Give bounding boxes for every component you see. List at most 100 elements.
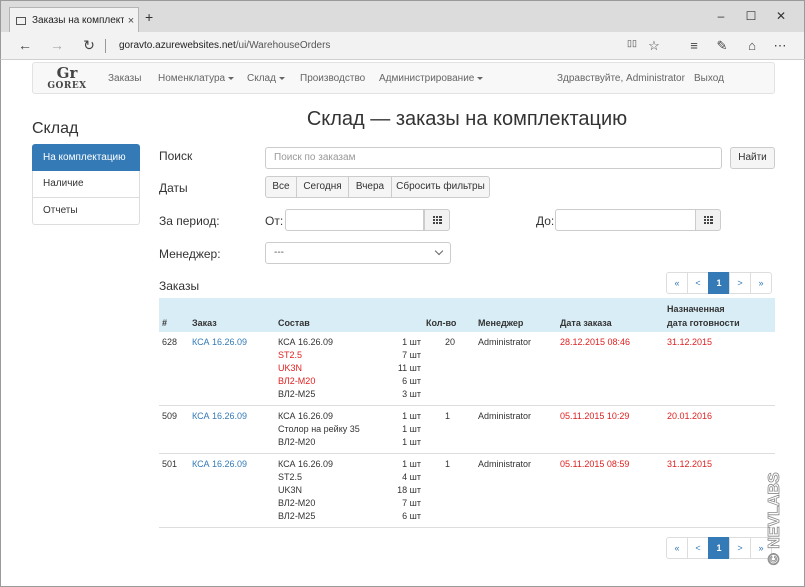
manager-label: Менеджер: [159, 247, 221, 261]
item-qty: 1 шт [402, 424, 421, 434]
order-manager: Administrator [478, 337, 532, 347]
item-qty: 11 шт [397, 363, 421, 373]
nav-nomenclature[interactable]: Номенклатура [158, 73, 235, 84]
filter-all-button[interactable]: Все [265, 176, 297, 198]
order-count: 1 [445, 411, 451, 421]
hub-icon[interactable]: ≡ [685, 38, 703, 53]
web-note-icon[interactable]: ✎ [713, 38, 731, 54]
page-current-button[interactable]: 1 [708, 537, 730, 559]
caret-down-icon [228, 76, 235, 80]
period-label: За период: [159, 214, 220, 228]
browser-tab[interactable]: Заказы на комплектац × [9, 7, 139, 33]
nav-logout[interactable]: Выход [694, 73, 724, 84]
date-to-input[interactable] [555, 209, 696, 231]
item-name: UK3N [278, 363, 303, 373]
header-manager: Менеджер [478, 318, 524, 328]
url-field[interactable]: goravto.azurewebsites.net/ui/WarehouseOr… [119, 40, 330, 51]
page-last-button[interactable]: » [750, 272, 772, 294]
orders-label: Заказы [159, 279, 200, 293]
nav-production[interactable]: Производство [300, 73, 365, 84]
date-from-calendar-button[interactable] [424, 209, 450, 231]
more-icon[interactable]: ⋯ [771, 38, 789, 54]
search-button[interactable]: Найти [730, 147, 775, 169]
page-icon [16, 16, 26, 25]
order-link[interactable]: КСА 16.26.09 [192, 336, 247, 349]
page-first-button[interactable]: « [666, 272, 688, 294]
item-qty: 18 шт [397, 485, 421, 495]
order-link[interactable]: КСА 16.26.09 [192, 410, 247, 423]
refresh-icon[interactable]: ↻ [79, 37, 99, 54]
url-host: goravto.azurewebsites.net [119, 40, 236, 51]
sidebar-item-reports[interactable]: Отчеты [32, 198, 140, 225]
reading-view-icon[interactable]: ▯▯ [623, 38, 641, 49]
item-qty: 1 шт [402, 337, 421, 347]
close-window-icon[interactable]: ✕ [771, 9, 791, 23]
from-label: От: [265, 214, 284, 228]
sidebar-item-stock[interactable]: Наличие [32, 171, 140, 198]
calendar-icon [704, 216, 713, 224]
item-qty: 6 шт [402, 376, 421, 386]
header-qty: Кол-во [426, 318, 457, 328]
close-tab-icon[interactable]: × [124, 15, 138, 27]
ready-date: 31.12.2015 [667, 459, 713, 469]
back-icon[interactable]: ← [15, 37, 35, 53]
url-path: /ui/WarehouseOrders [235, 40, 331, 51]
item-name: КСА 16.26.09 [278, 411, 333, 421]
forward-icon[interactable]: → [47, 37, 67, 53]
page-prev-button[interactable]: < [687, 272, 709, 294]
favorite-star-icon[interactable]: ☆ [645, 38, 663, 54]
page-next-button[interactable]: > [729, 272, 751, 294]
nav-production-label: Производство [300, 73, 366, 84]
nav-greeting[interactable]: Здравствуйте, Administrator [557, 73, 685, 84]
item-qty: 7 шт [402, 350, 421, 360]
order-manager: Administrator [478, 459, 532, 469]
header-ready-date-line2: дата готовности [667, 318, 740, 328]
header-num: # [162, 318, 168, 328]
address-separator [105, 39, 106, 53]
filter-today-button[interactable]: Сегодня [296, 176, 349, 198]
minimize-icon[interactable]: – [711, 9, 731, 23]
nav-administration[interactable]: Администрирование [379, 73, 484, 84]
site-navbar: Gr GOREX Заказы Номенклатура Склад Произ… [32, 62, 775, 94]
header-order-date: Дата заказа [560, 318, 612, 328]
chevron-down-icon [434, 246, 444, 256]
item-name: ВЛ2-М20 [278, 376, 316, 386]
pagination-bottom: « < 1 > » [666, 537, 772, 559]
caret-down-icon [477, 76, 484, 80]
item-name: ВЛ2-М20 [278, 498, 316, 508]
browser-tab-bar: Заказы на комплектац × + – ☐ ✕ [0, 0, 805, 33]
item-name: КСА 16.26.09 [278, 459, 333, 469]
page-next-button[interactable]: > [729, 537, 751, 559]
manager-select-value: --- [274, 247, 284, 258]
page-current-button[interactable]: 1 [708, 272, 730, 294]
manager-select[interactable]: --- [265, 242, 451, 264]
caret-down-icon [278, 76, 285, 80]
nav-warehouse-label: Склад [247, 73, 276, 84]
filter-yesterday-button[interactable]: Вчера [348, 176, 392, 198]
nav-orders[interactable]: Заказы [108, 73, 141, 84]
gorex-logo[interactable]: Gr GOREX [43, 65, 91, 93]
sidebar-item-picking[interactable]: На комплектацию [32, 144, 140, 171]
item-qty: 3 шт [402, 389, 421, 399]
item-name: Столор на рейку 35 [278, 424, 360, 434]
order-count: 20 [445, 337, 456, 347]
order-number: 509 [162, 411, 178, 421]
maximize-icon[interactable]: ☐ [741, 9, 761, 23]
page-first-button[interactable]: « [666, 537, 688, 559]
date-to-calendar-button[interactable] [695, 209, 721, 231]
page-prev-button[interactable]: < [687, 537, 709, 559]
new-tab-icon[interactable]: + [145, 9, 153, 25]
search-input[interactable]: Поиск по заказам [265, 147, 722, 169]
item-qty: 4 шт [402, 472, 421, 482]
reset-filters-button[interactable]: Сбросить фильтры [391, 176, 490, 198]
item-name: ST2.5 [278, 472, 303, 482]
share-icon[interactable]: ⌂ [743, 38, 761, 53]
order-number: 501 [162, 459, 178, 469]
header-order: Заказ [192, 318, 217, 328]
nav-warehouse[interactable]: Склад [247, 73, 285, 84]
order-link[interactable]: КСА 16.26.09 [192, 458, 247, 471]
logo-mark: Gr [56, 64, 78, 82]
ready-date: 31.12.2015 [667, 337, 713, 347]
date-from-input[interactable] [285, 209, 424, 231]
pagination-top: « < 1 > » [666, 272, 772, 294]
